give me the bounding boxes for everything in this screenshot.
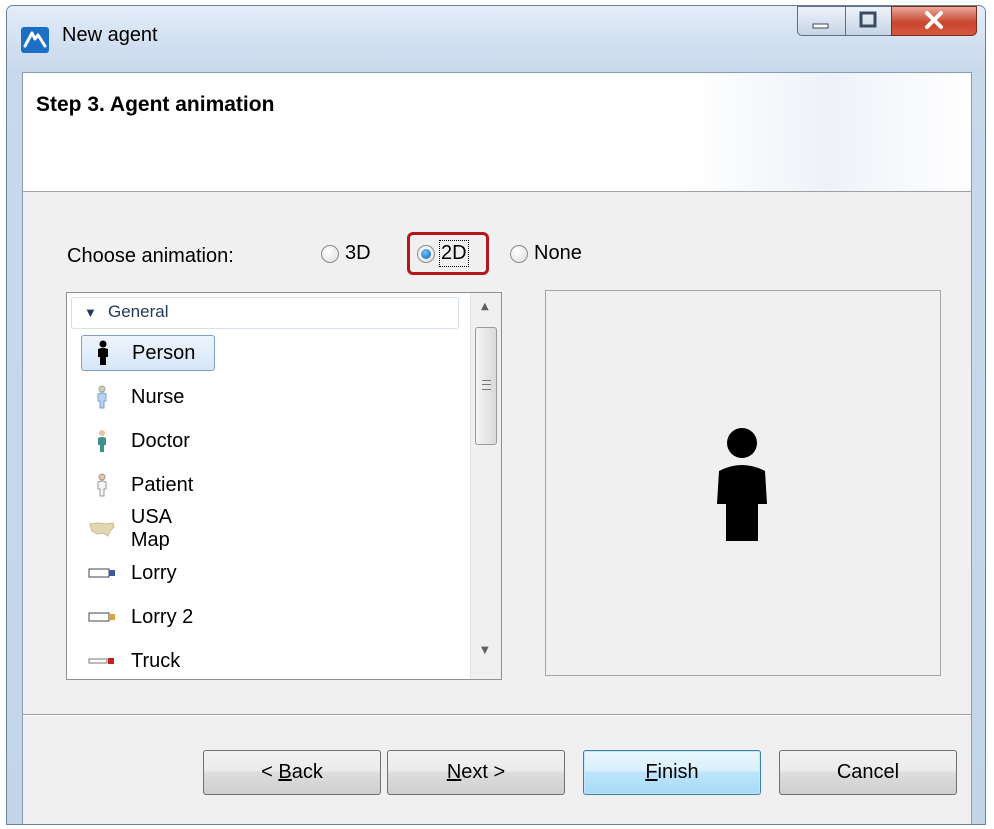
finish-button[interactable]: Finish [583,750,761,795]
back-rest: ack [291,761,323,783]
nurse-icon [87,382,117,412]
radio-3d[interactable]: 3D [321,242,371,265]
doctor-icon [87,426,117,456]
usa-map-icon [87,514,117,544]
next-button[interactable]: Next > [387,750,565,795]
list-item-truck[interactable]: Truck [81,643,215,679]
new-agent-dialog: New agent Step 3. Agent animation Choose… [6,5,986,825]
radio-2d[interactable]: 2D [417,240,469,267]
truck-icon [87,646,117,676]
list-item-patient[interactable]: Patient [81,467,215,503]
collapse-triangle-icon[interactable]: ▼ [84,305,97,320]
window-title: New agent [62,24,158,46]
minimize-button[interactable] [797,6,845,36]
list-item-lorry[interactable]: Lorry [81,555,215,591]
person-icon [88,338,118,368]
list-item-usa-map[interactable]: USA Map [81,506,215,551]
person-preview-icon [717,428,767,541]
list-item-label: Patient [131,473,194,496]
radio-3d-button[interactable] [321,244,339,263]
window-controls [797,6,977,36]
group-label: General [108,302,169,321]
radio-none[interactable]: None [510,242,582,265]
radio-3d-label: 3D [345,242,371,264]
cancel-button[interactable]: Cancel [779,750,957,795]
list-item-nurse[interactable]: Nurse [81,379,215,415]
group-general[interactable]: ▼ General [71,297,459,329]
list-item-person[interactable]: Person [81,335,215,371]
list-item-label: Lorry [131,561,177,584]
list-item-label: Lorry 2 [131,605,194,628]
finish-rest: inish [657,761,699,783]
list-item-label: Nurse [131,385,185,408]
lorry-icon [87,558,117,588]
list-item-label: USA Map [130,506,171,551]
radio-2d-label: 2D [439,240,469,267]
list-item-label: Truck [131,649,181,672]
list-scrollbar[interactable]: ▲ ▼ [470,293,501,679]
back-prefix: < [261,761,279,783]
radio-none-label: None [534,242,582,264]
radio-2d-button[interactable] [417,244,435,263]
list-item-lorry-2[interactable]: Lorry 2 [81,599,215,635]
scrollbar-thumb[interactable] [475,327,497,445]
back-mnemonic: B [278,761,292,783]
back-button[interactable]: < Back [203,750,381,795]
animation-preview [545,290,941,676]
patient-icon [87,470,117,500]
next-mnemonic: N [446,761,462,783]
list-item-label: Doctor [131,429,190,452]
close-button[interactable] [891,6,977,36]
lorry-2-icon [87,602,117,632]
maximize-button[interactable] [845,6,891,36]
list-item-doctor[interactable]: Doctor [81,423,215,459]
scroll-down-arrow-icon[interactable]: ▼ [481,645,489,656]
scrollbar-grip-icon [482,380,491,390]
list-item-label: Person [132,341,196,364]
dialog-content: Step 3. Agent animation Choose animation… [22,72,972,824]
wizard-header: Step 3. Agent animation [23,73,971,192]
anylogic-app-icon [21,27,49,53]
finish-mnemonic: F [645,761,658,783]
choose-animation-label: Choose animation: [67,245,234,267]
animation-list[interactable]: ▼ General Person Nurse Doctor Patient US… [66,292,502,680]
title-bar[interactable]: New agent [7,6,985,72]
scroll-up-arrow-icon[interactable]: ▲ [481,301,489,312]
next-rest: ext > [461,761,506,783]
radio-none-button[interactable] [510,244,528,263]
button-separator [23,714,971,716]
step-title: Step 3. Agent animation [36,93,275,116]
